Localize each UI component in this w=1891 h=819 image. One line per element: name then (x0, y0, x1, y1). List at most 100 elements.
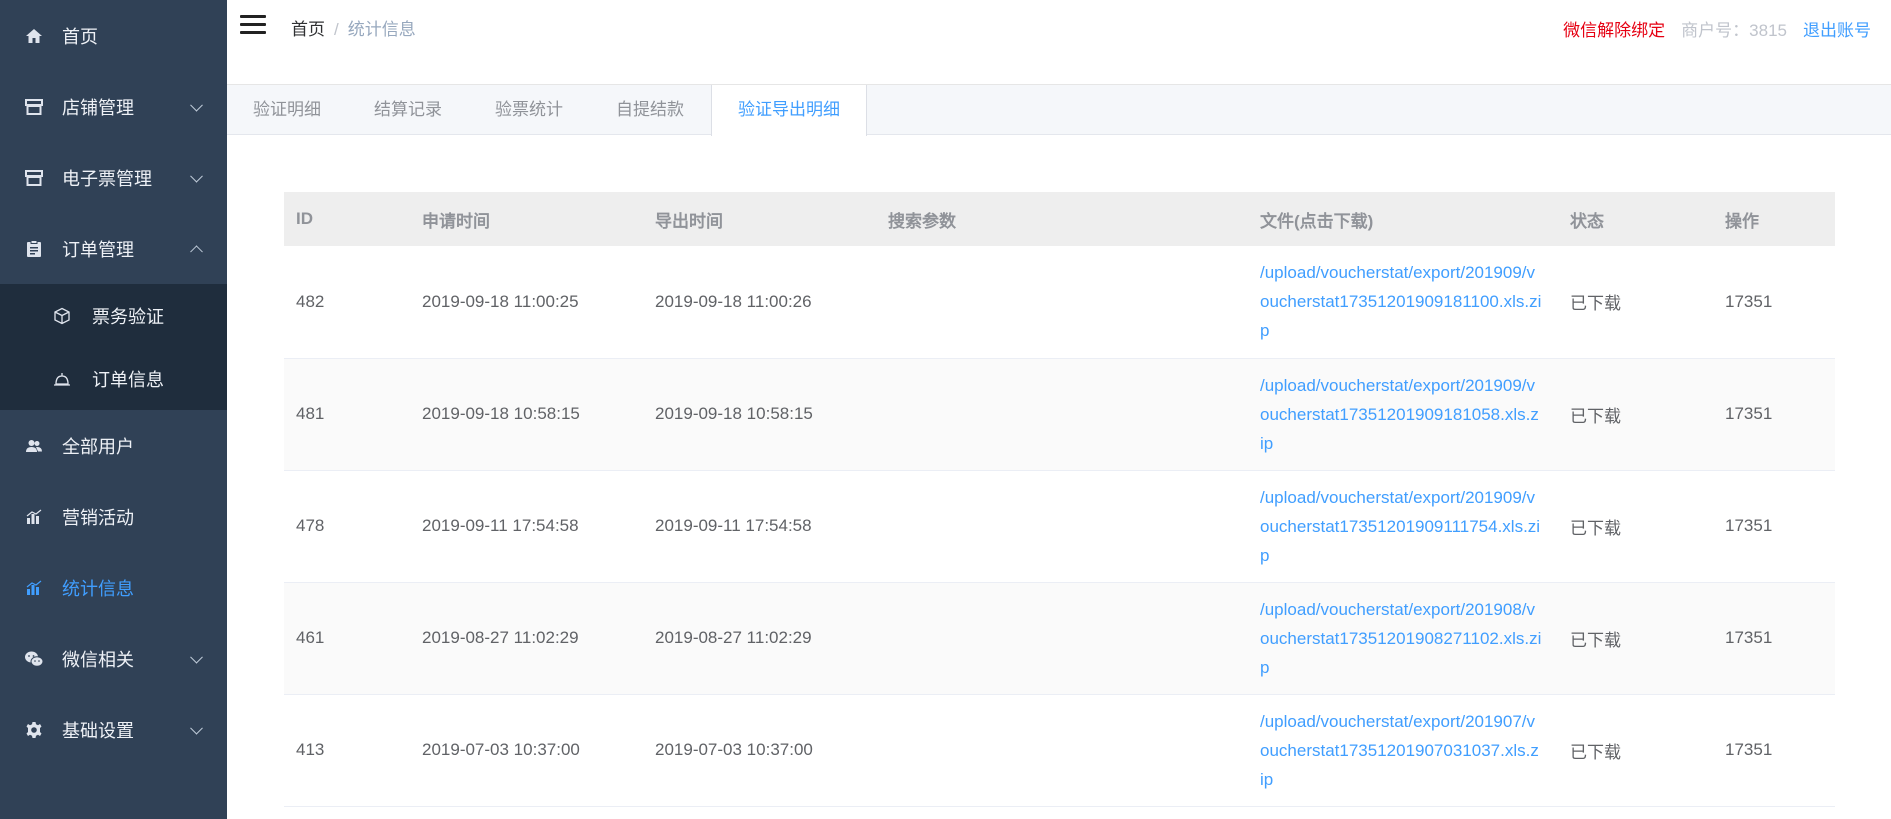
tab-bar: 验证明细 结算记录 验票统计 自提结款 验证导出明细 (227, 85, 1891, 136)
cell-id: 481 (284, 358, 410, 471)
tab-verify-export-detail[interactable]: 验证导出明细 (711, 85, 867, 136)
cell-file: /upload/voucherstat/export/201909/vouche… (1248, 246, 1558, 359)
chevron-down-icon (190, 721, 203, 735)
chevron-down-icon (190, 650, 203, 664)
file-download-link[interactable]: /upload/voucherstat/export/201909/vouche… (1260, 483, 1558, 570)
cell-file: /upload/voucherstat/export/201907/vouche… (1248, 694, 1558, 807)
cell-status: 已下载 (1558, 246, 1713, 359)
table-row: 461 2019-08-27 11:02:29 2019-08-27 11:02… (284, 582, 1835, 695)
cell-id: 478 (284, 470, 410, 583)
order-submenu: 票务验证 订单信息 (0, 284, 227, 410)
cube-icon (52, 306, 72, 326)
cell-search-params (876, 582, 1248, 695)
bar-chart-icon (24, 507, 44, 527)
file-download-link[interactable]: /upload/voucherstat/export/201909/vouche… (1260, 258, 1558, 345)
sidebar-item-label: 统计信息 (62, 578, 134, 599)
sidebar-item-label: 电子票管理 (62, 168, 152, 189)
cell-export-time: 2019-09-18 10:58:15 (643, 358, 876, 471)
tab-verify-detail[interactable]: 验证明细 (227, 85, 348, 135)
bar-chart-icon (24, 578, 44, 598)
cell-operation: 17351 (1713, 470, 1835, 583)
file-download-link[interactable]: /upload/voucherstat/export/201907/vouche… (1260, 707, 1558, 794)
cell-status: 已下载 (1558, 694, 1713, 807)
gear-icon (24, 720, 44, 740)
cell-operation: 17351 (1713, 358, 1835, 471)
cell-export-time: 2019-09-18 11:00:26 (643, 246, 876, 359)
breadcrumb-current: 统计信息 (347, 20, 416, 39)
table-row: 413 2019-07-03 10:37:00 2019-07-03 10:37… (284, 694, 1835, 807)
wechat-icon (24, 649, 44, 669)
column-header-export-time: 导出时间 (655, 211, 723, 231)
clipboard-icon (24, 239, 44, 259)
cell-status: 已下载 (1558, 470, 1713, 583)
chevron-up-icon (190, 244, 203, 258)
export-table: ID 申请时间 导出时间 搜索参数 文件(点击下载) 状态 操作 482 201… (284, 192, 1835, 807)
cell-status: 已下载 (1558, 358, 1713, 471)
cell-export-time: 2019-07-03 10:37:00 (643, 694, 876, 807)
cell-operation: 17351 (1713, 694, 1835, 807)
file-download-link[interactable]: /upload/voucherstat/export/201909/vouche… (1260, 371, 1558, 458)
sidebar-item-store[interactable]: 店铺管理 (0, 71, 227, 142)
sidebar-item-orders[interactable]: 订单管理 (0, 213, 227, 284)
cell-apply-time: 2019-09-18 11:00:25 (410, 246, 643, 359)
column-header-search-params: 搜索参数 (888, 211, 956, 231)
sidebar-item-statistics[interactable]: 统计信息 (0, 552, 227, 623)
table-row: 481 2019-09-18 10:58:15 2019-09-18 10:58… (284, 358, 1835, 471)
merchant-id: 商户号：3815 (1681, 21, 1787, 40)
breadcrumb-separator: / (334, 20, 339, 39)
sidebar-item-label: 首页 (62, 26, 98, 47)
sidebar-item-users[interactable]: 全部用户 (0, 410, 227, 481)
sidebar-item-label: 票务验证 (92, 306, 164, 327)
cell-id: 482 (284, 246, 410, 359)
cell-search-params (876, 358, 1248, 471)
breadcrumb: 首页 / 统计信息 (291, 15, 416, 40)
cell-status: 已下载 (1558, 582, 1713, 695)
sidebar-item-label: 订单管理 (62, 239, 134, 260)
cell-id: 413 (284, 694, 410, 807)
cell-apply-time: 2019-09-11 17:54:58 (410, 470, 643, 583)
cell-search-params (876, 470, 1248, 583)
logout-link[interactable]: 退出账号 (1803, 16, 1871, 41)
sidebar-item-settings[interactable]: 基础设置 (0, 694, 227, 765)
sidebar-item-label: 店铺管理 (62, 97, 134, 118)
cell-operation: 17351 (1713, 246, 1835, 359)
users-icon (24, 436, 44, 456)
cell-search-params (876, 246, 1248, 359)
sidebar-item-marketing[interactable]: 营销活动 (0, 481, 227, 552)
sidebar-item-label: 微信相关 (62, 649, 134, 670)
sidebar-item-label: 订单信息 (92, 369, 164, 390)
wechat-unbind-link[interactable]: 微信解除绑定 (1563, 16, 1665, 41)
hamburger-menu-icon[interactable] (240, 15, 266, 37)
column-header-apply-time: 申请时间 (422, 211, 490, 231)
cell-apply-time: 2019-07-03 10:37:00 (410, 694, 643, 807)
file-download-link[interactable]: /upload/voucherstat/export/201908/vouche… (1260, 595, 1558, 682)
sidebar-subitem-order-info[interactable]: 订单信息 (0, 347, 227, 410)
tab-pickup-settlement[interactable]: 自提结款 (590, 85, 711, 135)
home-icon (24, 26, 44, 46)
sidebar-item-wechat[interactable]: 微信相关 (0, 623, 227, 694)
ticket-store-icon (24, 168, 44, 188)
sidebar-item-eticket[interactable]: 电子票管理 (0, 142, 227, 213)
cell-id: 461 (284, 582, 410, 695)
cell-operation: 17351 (1713, 582, 1835, 695)
cell-search-params (876, 694, 1248, 807)
sidebar-item-home[interactable]: 首页 (0, 0, 227, 71)
chevron-down-icon (190, 98, 203, 112)
column-header-id: ID (296, 209, 313, 228)
header-actions: 微信解除绑定 商户号：3815 退出账号 (1563, 16, 1871, 41)
chevron-down-icon (190, 169, 203, 183)
tab-settlement-records[interactable]: 结算记录 (348, 85, 469, 135)
sidebar-subitem-ticket-verify[interactable]: 票务验证 (0, 284, 227, 347)
breadcrumb-home[interactable]: 首页 (291, 20, 325, 39)
column-header-operation: 操作 (1725, 211, 1759, 231)
store-icon (24, 97, 44, 117)
cell-file: /upload/voucherstat/export/201908/vouche… (1248, 582, 1558, 695)
tab-ticket-stats[interactable]: 验票统计 (469, 85, 590, 135)
bell-icon (52, 369, 72, 389)
column-header-status: 状态 (1570, 211, 1604, 231)
sidebar: 首页 店铺管理 电子票管理 订单管理 票务验证 订单信息 全部用户 营销活动 统… (0, 0, 227, 819)
cell-export-time: 2019-08-27 11:02:29 (643, 582, 876, 695)
table-row: 478 2019-09-11 17:54:58 2019-09-11 17:54… (284, 470, 1835, 583)
sidebar-item-label: 基础设置 (62, 720, 134, 741)
cell-file: /upload/voucherstat/export/201909/vouche… (1248, 358, 1558, 471)
